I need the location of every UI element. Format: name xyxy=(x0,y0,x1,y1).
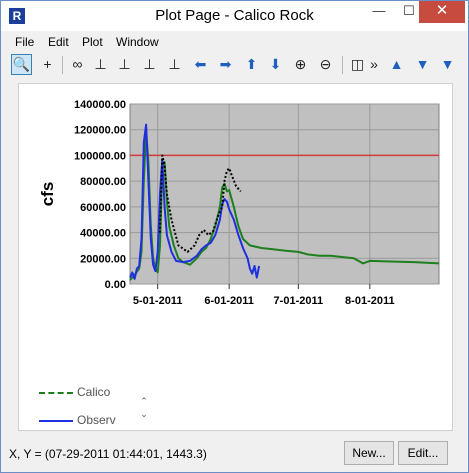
plot-window: R Plot Page - Calico Rock — ☐ ✕ File Edi… xyxy=(0,0,469,473)
y-tick-label: 140000.00 xyxy=(74,99,126,111)
y-tick-label: 80000.00 xyxy=(80,176,126,188)
new-button[interactable]: New... xyxy=(344,441,394,465)
title-bar[interactable]: R Plot Page - Calico Rock — ☐ ✕ xyxy=(1,1,468,31)
toolbar: 🔍 + ∞ ⊥ ⊥ ⊥ ⊥ ⬅ ➡ ⬆ ⬇ ⊕ ⊖ ◫ » ▲ ▼ ▼ xyxy=(1,52,468,78)
menu-file[interactable]: File xyxy=(15,35,34,49)
y-tick-label: 100000.00 xyxy=(74,150,126,162)
axis-icon[interactable]: ⊥ xyxy=(90,54,111,75)
arrow-up-icon[interactable]: ⬆ xyxy=(241,54,262,75)
x-tick-label: 6-01-2011 xyxy=(204,295,254,307)
legend-scroll[interactable]: ⌃ ⌄ xyxy=(138,395,150,421)
y-tick-label: 0.00 xyxy=(105,279,126,291)
toolbar-separator xyxy=(62,56,63,74)
chevron-down-icon[interactable]: ⌄ xyxy=(138,408,150,421)
y-tick-label: 120000.00 xyxy=(74,125,126,137)
menu-edit[interactable]: Edit xyxy=(48,35,69,49)
legend-label: Observ xyxy=(77,413,116,426)
menu-window[interactable]: Window xyxy=(116,35,159,49)
minimize-button[interactable]: — xyxy=(364,1,394,23)
chart-area[interactable]: 0.00 20000.00 40000.00 60000.00 80000.00 1000… xyxy=(19,84,452,384)
zoom-in-icon[interactable]: ⊕ xyxy=(290,54,311,75)
y-tick-label: 60000.00 xyxy=(80,202,126,214)
toolbar-separator xyxy=(342,56,343,74)
y-tick-label: 40000.00 xyxy=(80,228,126,240)
arrow-left-icon[interactable]: ⬅ xyxy=(190,54,211,75)
menu-plot[interactable]: Plot xyxy=(82,35,103,49)
close-button[interactable]: ✕ xyxy=(419,1,465,23)
legend-item-calico: Calico xyxy=(39,386,135,400)
arrow-right-icon[interactable]: ➡ xyxy=(215,54,236,75)
status-bar: X, Y = (07-29-2011 01:44:01, 1443.3) New… xyxy=(1,441,468,469)
menu-bar: File Edit Plot Window xyxy=(1,32,468,52)
zoom-out-icon[interactable]: ⊖ xyxy=(315,54,336,75)
y-tick-label: 20000.00 xyxy=(80,253,126,265)
split-view-icon[interactable]: ◫ xyxy=(347,54,368,75)
marker-icon[interactable]: ▼ xyxy=(437,54,458,75)
legend-swatch xyxy=(39,392,73,394)
plot-background xyxy=(129,103,440,285)
legend-swatch xyxy=(39,420,73,422)
edit-button[interactable]: Edit... xyxy=(398,441,448,465)
legend-label: Calico xyxy=(77,386,111,399)
legend: Calico Observ xyxy=(39,386,135,426)
crosshair-icon[interactable]: + xyxy=(37,54,58,75)
zoom-select-icon[interactable]: 🔍 xyxy=(11,54,32,75)
link-icon[interactable]: ∞ xyxy=(67,54,88,75)
x-tick-label: 8-01-2011 xyxy=(345,295,395,307)
x-tick-label: 7-01-2011 xyxy=(274,295,324,307)
fill-down-icon[interactable]: ▼ xyxy=(412,54,433,75)
axis-scale-icon[interactable]: ⊥ xyxy=(164,54,185,75)
axis-up-icon[interactable]: ⊥ xyxy=(139,54,160,75)
fill-up-icon[interactable]: ▲ xyxy=(386,54,407,75)
cursor-coordinates: X, Y = (07-29-2011 01:44:01, 1443.3) xyxy=(9,447,207,461)
plot-panel: 0.00 20000.00 40000.00 60000.00 80000.00 1000… xyxy=(18,83,453,431)
arrow-down-icon[interactable]: ⬇ xyxy=(265,54,286,75)
chevron-up-icon[interactable]: ⌃ xyxy=(138,395,150,408)
overflow-chevron-icon[interactable]: » xyxy=(367,54,381,75)
y-axis-label: cfs xyxy=(38,182,57,207)
axis-edit-icon[interactable]: ⊥ xyxy=(114,54,135,75)
x-tick-label: 5-01-2011 xyxy=(133,295,183,307)
legend-item-observed: Observ xyxy=(39,413,135,426)
